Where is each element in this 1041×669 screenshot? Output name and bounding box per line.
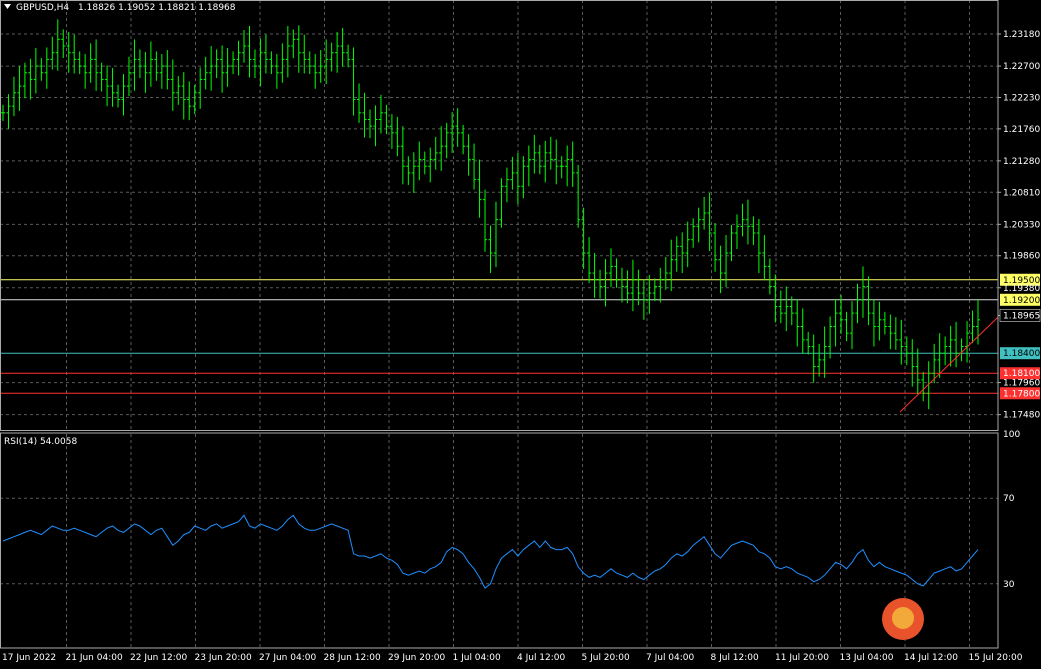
rsi-level-label: 100	[1003, 430, 1020, 440]
x-tick-label: 4 Jul 12:00	[517, 653, 566, 663]
y-tick-label: 1.22700	[1003, 62, 1040, 72]
grid	[0, 0, 998, 648]
level-label: 1.19200	[1003, 296, 1040, 306]
y-tick-label: 1.17480	[1003, 411, 1040, 421]
level-label: 1.18400	[1003, 349, 1040, 359]
y-tick-label: 1.21760	[1003, 125, 1040, 135]
y-tick-label: 1.20330	[1003, 220, 1040, 230]
x-tick-label: 1 Jul 04:00	[453, 653, 502, 663]
y-tick-label: 1.17960	[1003, 379, 1040, 389]
cngold-logo-icon	[882, 598, 924, 640]
candles	[1, 19, 980, 410]
rsi-line	[2, 514, 979, 589]
ohlc-label: 1.18826 1.19052 1.18821 1.18968	[78, 3, 236, 13]
rsi-level-label: 70	[1003, 494, 1015, 504]
y-tick-label: 1.19860	[1003, 252, 1040, 262]
price-panel-frame	[0, 0, 999, 431]
x-tick-label: 21 Jun 04:00	[66, 653, 123, 663]
x-tick-label: 8 Jul 12:00	[711, 653, 760, 663]
x-tick-label: 5 Jul 20:00	[582, 653, 631, 663]
trendline-line	[899, 316, 999, 413]
x-tick-label: 17 Jun 2022	[2, 653, 56, 663]
trendline	[899, 316, 999, 413]
horizontal-levels: 1.195001.192001.184001.181001.17800	[0, 273, 1040, 400]
y-tick-label: 1.19380	[1003, 284, 1040, 294]
x-tick-label: 27 Jun 04:00	[259, 653, 316, 663]
y-tick-label: 1.20810	[1003, 188, 1040, 198]
rsi-header: RSI(14) 54.0058	[4, 437, 77, 447]
x-tick-label: 22 Jun 12:00	[130, 653, 187, 663]
x-tick-label: 29 Jun 20:00	[388, 653, 445, 663]
current-price-label: 1.18965	[1003, 311, 1040, 321]
y-tick-label: 1.23180	[1003, 30, 1040, 40]
x-tick-label: 11 Jul 20:00	[775, 653, 829, 663]
level-label: 1.17800	[1003, 389, 1040, 399]
dropdown-triangle-icon[interactable]	[4, 4, 11, 9]
rsi-panel-frame	[0, 432, 999, 649]
rsi-panel: 100 70 30	[0, 430, 1020, 590]
symbol-label: GBPUSD,H4	[16, 3, 69, 13]
chart-canvas: 1.195001.192001.184001.181001.17800 1007…	[0, 0, 1040, 663]
x-tick-label: 7 Jul 04:00	[646, 653, 695, 663]
x-tick-label: 28 Jun 12:00	[324, 653, 381, 663]
chart-header: GBPUSD,H4 1.18826 1.19052 1.18821 1.1896…	[16, 3, 236, 13]
x-tick-label: 23 Jun 20:00	[195, 653, 252, 663]
rsi-level-label: 30	[1003, 580, 1015, 590]
y-tick-label: 1.22230	[1003, 93, 1040, 103]
y-tick-label: 1.21280	[1003, 157, 1040, 167]
